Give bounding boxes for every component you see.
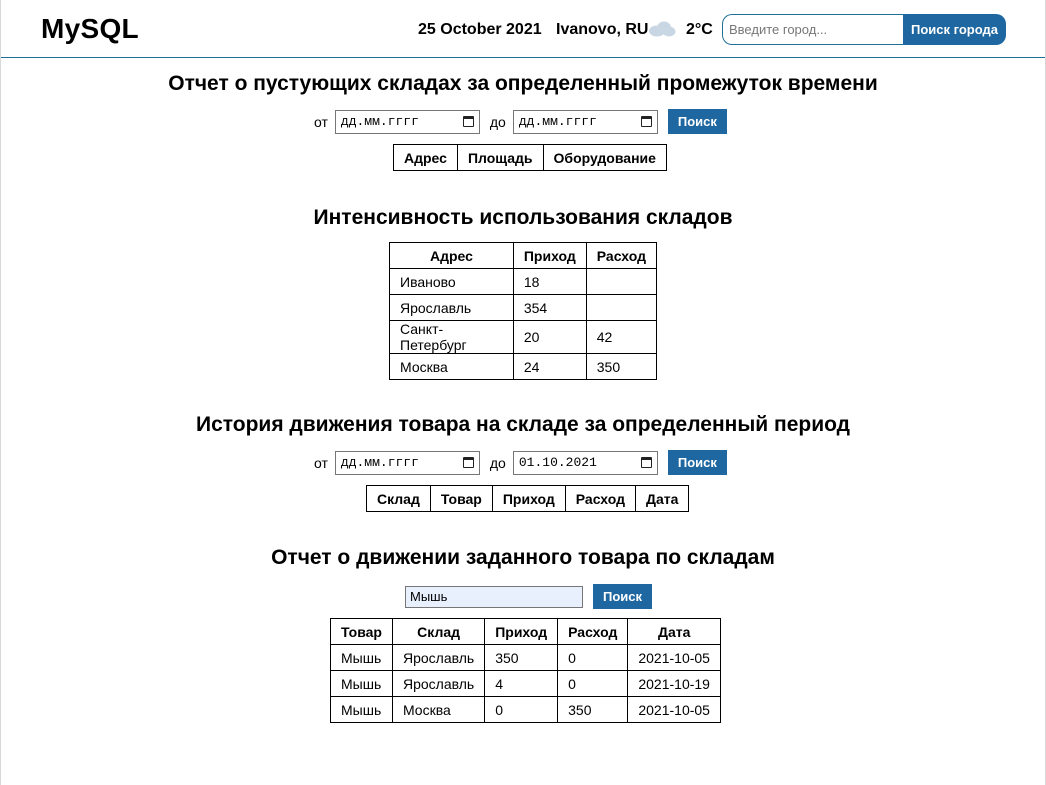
from-label: от xyxy=(314,454,328,471)
table-cell: 42 xyxy=(585,320,658,354)
top-navbar: MySQL 25 October 2021 Ivanovo, RU 2°C По… xyxy=(1,0,1045,58)
intensity-title: Интенсивность использования складов xyxy=(313,206,733,229)
calendar-icon[interactable] xyxy=(640,116,652,127)
empty-warehouses-title: Отчет о пустующих складах за определенны… xyxy=(168,72,878,95)
table-header-row: Адрес Площадь Оборудование xyxy=(393,144,667,171)
column-header: Склад xyxy=(366,485,431,512)
table-cell: Москва xyxy=(391,696,486,723)
table-cell: 24 xyxy=(512,353,587,380)
column-header: Оборудование xyxy=(542,144,667,171)
to-date-input[interactable]: 01.10.2021 xyxy=(512,450,658,475)
history-table: Склад Товар Приход Расход Дата xyxy=(366,485,690,512)
empty-warehouses-table: Адрес Площадь Оборудование xyxy=(393,144,667,171)
product-search-form: Поиск xyxy=(405,584,653,609)
column-header: Приход xyxy=(512,242,587,269)
table-row: Мышь Ярославль 4 0 2021-10-19 xyxy=(330,670,721,697)
calendar-icon[interactable] xyxy=(462,457,474,468)
from-date-input[interactable]: дд.мм.гггг xyxy=(334,109,480,134)
column-header: Дата xyxy=(634,485,690,512)
from-date-value: дд.мм.гггг xyxy=(340,114,419,129)
to-date-value: дд.мм.гггг xyxy=(518,114,597,129)
table-header-row: Адрес Приход Расход xyxy=(389,242,658,269)
table-row: Мышь Ярославль 350 0 2021-10-05 xyxy=(330,644,721,671)
product-search-input[interactable] xyxy=(405,585,583,608)
brand-logo[interactable]: MySQL xyxy=(41,13,139,45)
table-cell xyxy=(585,268,658,295)
table-cell: 20 xyxy=(512,320,587,354)
column-header: Площадь xyxy=(456,144,544,171)
column-header: Расход xyxy=(557,618,629,645)
table-cell: 2021-10-05 xyxy=(627,644,721,671)
table-row: Москва 24 350 xyxy=(389,353,658,380)
calendar-icon[interactable] xyxy=(640,457,652,468)
table-cell: 0 xyxy=(484,696,559,723)
column-header: Приход xyxy=(484,618,559,645)
column-header: Товар xyxy=(330,618,393,645)
history-search-button[interactable]: Поиск xyxy=(667,450,727,475)
column-header: Расход xyxy=(585,242,658,269)
table-cell xyxy=(585,294,658,321)
city-search-button[interactable]: Поиск города xyxy=(903,14,1006,45)
table-cell: 350 xyxy=(557,696,629,723)
calendar-icon[interactable] xyxy=(462,116,474,127)
from-date-value: дд.мм.гггг xyxy=(340,455,419,470)
product-report-title: Отчет о движении заданного товара по скл… xyxy=(271,546,775,569)
table-cell: 2021-10-19 xyxy=(627,670,721,697)
city-search-input[interactable] xyxy=(722,14,903,45)
table-cell: 350 xyxy=(484,644,559,671)
table-cell: Мышь xyxy=(330,696,393,723)
table-cell: Мышь xyxy=(330,644,393,671)
table-row: Иваново 18 xyxy=(389,268,658,295)
empty-warehouses-search-button[interactable]: Поиск xyxy=(667,109,727,134)
column-header: Адрес xyxy=(389,242,514,269)
table-cell: 18 xyxy=(512,268,587,295)
empty-warehouses-filter: от дд.мм.гггг до дд.мм.гггг Поиск xyxy=(314,109,727,134)
column-header: Адрес xyxy=(393,144,458,171)
table-cell: 0 xyxy=(557,644,629,671)
column-header: Склад xyxy=(391,618,486,645)
to-date-value: 01.10.2021 xyxy=(518,455,597,470)
table-header-row: Склад Товар Приход Расход Дата xyxy=(366,485,690,512)
table-cell: Мышь xyxy=(330,670,393,697)
temperature: 2°C xyxy=(686,21,713,38)
table-cell: Москва xyxy=(389,353,514,380)
table-cell: 350 xyxy=(585,353,658,380)
table-row: Ярославль 354 xyxy=(389,294,658,321)
table-cell: 2021-10-05 xyxy=(627,696,721,723)
table-cell: Ярославль xyxy=(391,670,486,697)
table-cell: 4 xyxy=(484,670,559,697)
history-title: История движения товара на складе за опр… xyxy=(195,413,851,436)
table-cell: Ярославль xyxy=(391,644,486,671)
column-header: Расход xyxy=(564,485,637,512)
table-cell: Санкт-Петербург xyxy=(389,320,514,354)
table-row: Санкт-Петербург 20 42 xyxy=(389,320,658,354)
to-label: до xyxy=(489,113,506,130)
product-search-button[interactable]: Поиск xyxy=(593,584,653,609)
history-filter: от дд.мм.гггг до 01.10.2021 Поиск xyxy=(314,450,727,475)
to-label: до xyxy=(489,454,506,471)
cloud-icon xyxy=(649,21,676,37)
from-date-input[interactable]: дд.мм.гггг xyxy=(334,450,480,475)
column-header: Товар xyxy=(429,485,493,512)
table-header-row: Товар Склад Приход Расход Дата xyxy=(330,618,721,645)
table-row: Мышь Москва 0 350 2021-10-05 xyxy=(330,696,721,723)
column-header: Приход xyxy=(491,485,566,512)
table-cell: Иваново xyxy=(389,268,514,295)
current-date: 25 October 2021 xyxy=(418,21,542,38)
table-cell: Ярославль xyxy=(389,294,514,321)
table-cell: 354 xyxy=(512,294,587,321)
table-cell: 0 xyxy=(557,670,629,697)
to-date-input[interactable]: дд.мм.гггг xyxy=(512,109,658,134)
column-header: Дата xyxy=(627,618,721,645)
product-movement-table: Товар Склад Приход Расход Дата Мышь Ярос… xyxy=(330,618,721,723)
current-city: Ivanovo, RU xyxy=(556,21,649,38)
intensity-table: Адрес Приход Расход Иваново 18 Ярославль… xyxy=(389,242,658,380)
city-search-form: Поиск города xyxy=(722,14,1006,45)
from-label: от xyxy=(314,113,328,130)
